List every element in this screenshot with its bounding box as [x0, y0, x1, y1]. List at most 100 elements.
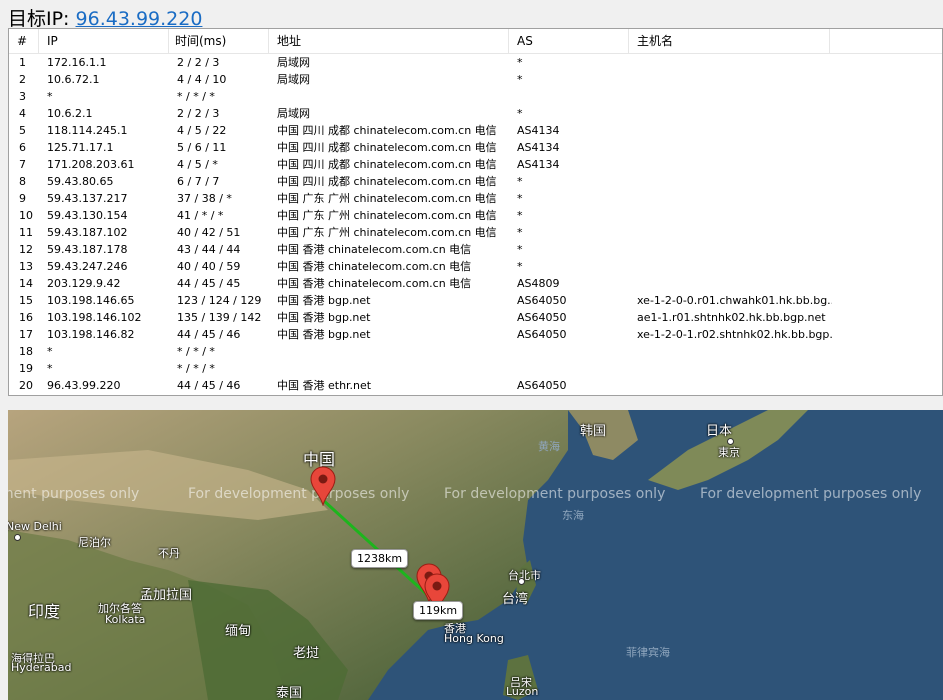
- table-row[interactable]: 16 103.198.146.102 135 / 139 / 142 中国 香港 bg…: [9, 309, 942, 326]
- col-time[interactable]: 时间(ms): [169, 29, 269, 53]
- table-row[interactable]: 2 10.6.72.1 4 / 4 / 10 局域网 *: [9, 71, 942, 88]
- hop-as: *: [517, 175, 523, 188]
- col-as[interactable]: AS: [509, 29, 629, 53]
- hop-ip: 10.6.72.1: [47, 73, 100, 86]
- label-korea: 韩国: [580, 424, 607, 439]
- hop-index: 3: [19, 90, 26, 103]
- hop-time: * / * / *: [177, 362, 215, 375]
- hop-address: 中国 香港 chinatelecom.com.cn 电信: [277, 243, 472, 256]
- hop-ip: 103.198.146.65: [47, 294, 135, 307]
- hop-as: *: [517, 107, 523, 120]
- hop-hostname: xe-1-2-0-0.r01.chwahk01.hk.bb.bg...: [637, 294, 832, 307]
- hop-as: AS64050: [517, 294, 567, 307]
- table-row[interactable]: 3 * * / * / *: [9, 88, 942, 105]
- table-row[interactable]: 19 * * / * / *: [9, 360, 942, 377]
- hop-hostname: [637, 122, 832, 139]
- hop-ip: 103.198.146.102: [47, 311, 142, 324]
- watermark-3: For development purposes only: [444, 486, 666, 502]
- table-row[interactable]: 5 118.114.245.1 4 / 5 / 22 中国 四川 成都 chinate…: [9, 122, 942, 139]
- hop-index: 8: [19, 175, 26, 188]
- label-philippine-sea: 菲律宾海: [626, 646, 670, 659]
- hop-address: 中国 四川 成都 chinatelecom.com.cn 电信: [277, 124, 497, 137]
- hop-ip: 59.43.187.102: [47, 226, 128, 239]
- table-row[interactable]: 15 103.198.146.65 123 / 124 / 129 中国 香港 bgp…: [9, 292, 942, 309]
- table-row[interactable]: 20 96.43.99.220 44 / 45 / 46 中国 香港 ethr.net…: [9, 377, 942, 394]
- hop-ip: 125.71.17.1: [47, 141, 114, 154]
- col-address[interactable]: 地址: [269, 29, 509, 53]
- table-row[interactable]: 9 59.43.137.217 37 / 38 / * 中国 广东 广州 chinat…: [9, 190, 942, 207]
- map-pin-chengdu[interactable]: [310, 466, 336, 506]
- col-ip[interactable]: IP: [39, 29, 169, 53]
- hop-hostname: xe-1-2-0-1.r02.shtnhk02.hk.bb.bgp...: [637, 328, 832, 341]
- hop-as: *: [517, 243, 523, 256]
- hop-address: 中国 广东 广州 chinatelecom.com.cn 电信: [277, 192, 497, 205]
- table-row[interactable]: 6 125.71.17.1 5 / 6 / 11 中国 四川 成都 chinatele…: [9, 139, 942, 156]
- col-hostname[interactable]: 主机名: [629, 29, 830, 53]
- table-row[interactable]: 13 59.43.247.246 40 / 40 / 59 中国 香港 chinate…: [9, 258, 942, 275]
- label-myanmar: 缅甸: [225, 624, 252, 639]
- label-india: 印度: [28, 602, 61, 621]
- label-luzon: Luzon: [506, 685, 539, 698]
- hop-hostname: ae1-1.r01.shtnhk02.hk.bb.bgp.net: [637, 311, 826, 324]
- table-row[interactable]: 10 59.43.130.154 41 / * / * 中国 广东 广州 chinat…: [9, 207, 942, 224]
- col-index[interactable]: #: [9, 29, 39, 53]
- table-row[interactable]: 8 59.43.80.65 6 / 7 / 7 中国 四川 成都 chinatelec…: [9, 173, 942, 190]
- hop-time: 4 / 5 / *: [177, 158, 218, 171]
- hop-as: AS4134: [517, 141, 560, 154]
- table-row[interactable]: 7 171.208.203.61 4 / 5 / * 中国 四川 成都 chinate…: [9, 156, 942, 173]
- hop-index: 16: [19, 311, 33, 324]
- label-yellow-sea: 黄海: [538, 440, 560, 453]
- hop-time: 123 / 124 / 129: [177, 294, 262, 307]
- hop-hostname: [637, 275, 832, 292]
- hop-as: AS4809: [517, 277, 560, 290]
- hop-as: *: [517, 226, 523, 239]
- hop-time: 44 / 45 / 46: [177, 328, 241, 341]
- hop-ip: 59.43.247.246: [47, 260, 128, 273]
- hop-index: 5: [19, 124, 26, 137]
- hop-index: 10: [19, 209, 33, 222]
- hop-hostname: [637, 88, 832, 105]
- hop-time: * / * / *: [177, 90, 215, 103]
- hop-index: 7: [19, 158, 26, 171]
- hop-address: 中国 香港 chinatelecom.com.cn 电信: [277, 277, 472, 290]
- watermark-2: For development purposes only: [188, 486, 410, 502]
- watermark-4: For development purposes only: [700, 486, 922, 502]
- hop-as: [517, 88, 627, 105]
- hop-address: 中国 香港 bgp.net: [277, 294, 371, 307]
- hop-hostname: [637, 190, 832, 207]
- hop-address: 中国 香港 bgp.net: [277, 328, 371, 341]
- table-row[interactable]: 4 10.6.2.1 2 / 2 / 3 局域网 *: [9, 105, 942, 122]
- hop-ip: 59.43.137.217: [47, 192, 128, 205]
- hop-ip: 59.43.80.65: [47, 175, 114, 188]
- target-ip-label: 目标IP:: [8, 8, 70, 30]
- route-map[interactable]: ment purposes only For development purpo…: [8, 410, 943, 700]
- target-ip-link[interactable]: 96.43.99.220: [76, 8, 203, 30]
- hop-hostname: [637, 241, 832, 258]
- newdelhi-dot: [14, 534, 21, 541]
- hop-address: 局域网: [277, 73, 310, 86]
- label-nepal: 尼泊尔: [78, 536, 111, 549]
- hop-as: [517, 360, 627, 377]
- hop-time: 2 / 2 / 3: [177, 107, 220, 120]
- hop-address: 中国 香港 chinatelecom.com.cn 电信: [277, 260, 472, 273]
- hop-index: 11: [19, 226, 33, 239]
- table-row[interactable]: 1 172.16.1.1 2 / 2 / 3 局域网 *: [9, 54, 942, 71]
- hop-address: 中国 香港 bgp.net: [277, 311, 371, 324]
- hop-ip: 96.43.99.220: [47, 379, 121, 392]
- table-row[interactable]: 14 203.129.9.42 44 / 45 / 45 中国 香港 chinatel…: [9, 275, 942, 292]
- table-row[interactable]: 17 103.198.146.82 44 / 45 / 46 中国 香港 bgp.ne…: [9, 326, 942, 343]
- table-body: 1 172.16.1.1 2 / 2 / 3 局域网 * 2 10.6.72.1 4 / 4 …: [9, 54, 942, 394]
- table-row[interactable]: 11 59.43.187.102 40 / 42 / 51 中国 广东 广州 chin…: [9, 224, 942, 241]
- table-row[interactable]: 18 * * / * / *: [9, 343, 942, 360]
- hop-ip: 59.43.130.154: [47, 209, 128, 222]
- table-row[interactable]: 12 59.43.187.178 43 / 44 / 44 中国 香港 chinate…: [9, 241, 942, 258]
- hop-index: 4: [19, 107, 26, 120]
- hop-index: 19: [19, 362, 33, 375]
- hop-index: 14: [19, 277, 33, 290]
- hop-time: 40 / 42 / 51: [177, 226, 241, 239]
- label-japan: 日本: [706, 424, 733, 439]
- distance-label-1: 1238km: [351, 549, 409, 568]
- hop-hostname: [637, 224, 832, 241]
- hop-address: [277, 360, 507, 377]
- hop-time: 41 / * / *: [177, 209, 224, 222]
